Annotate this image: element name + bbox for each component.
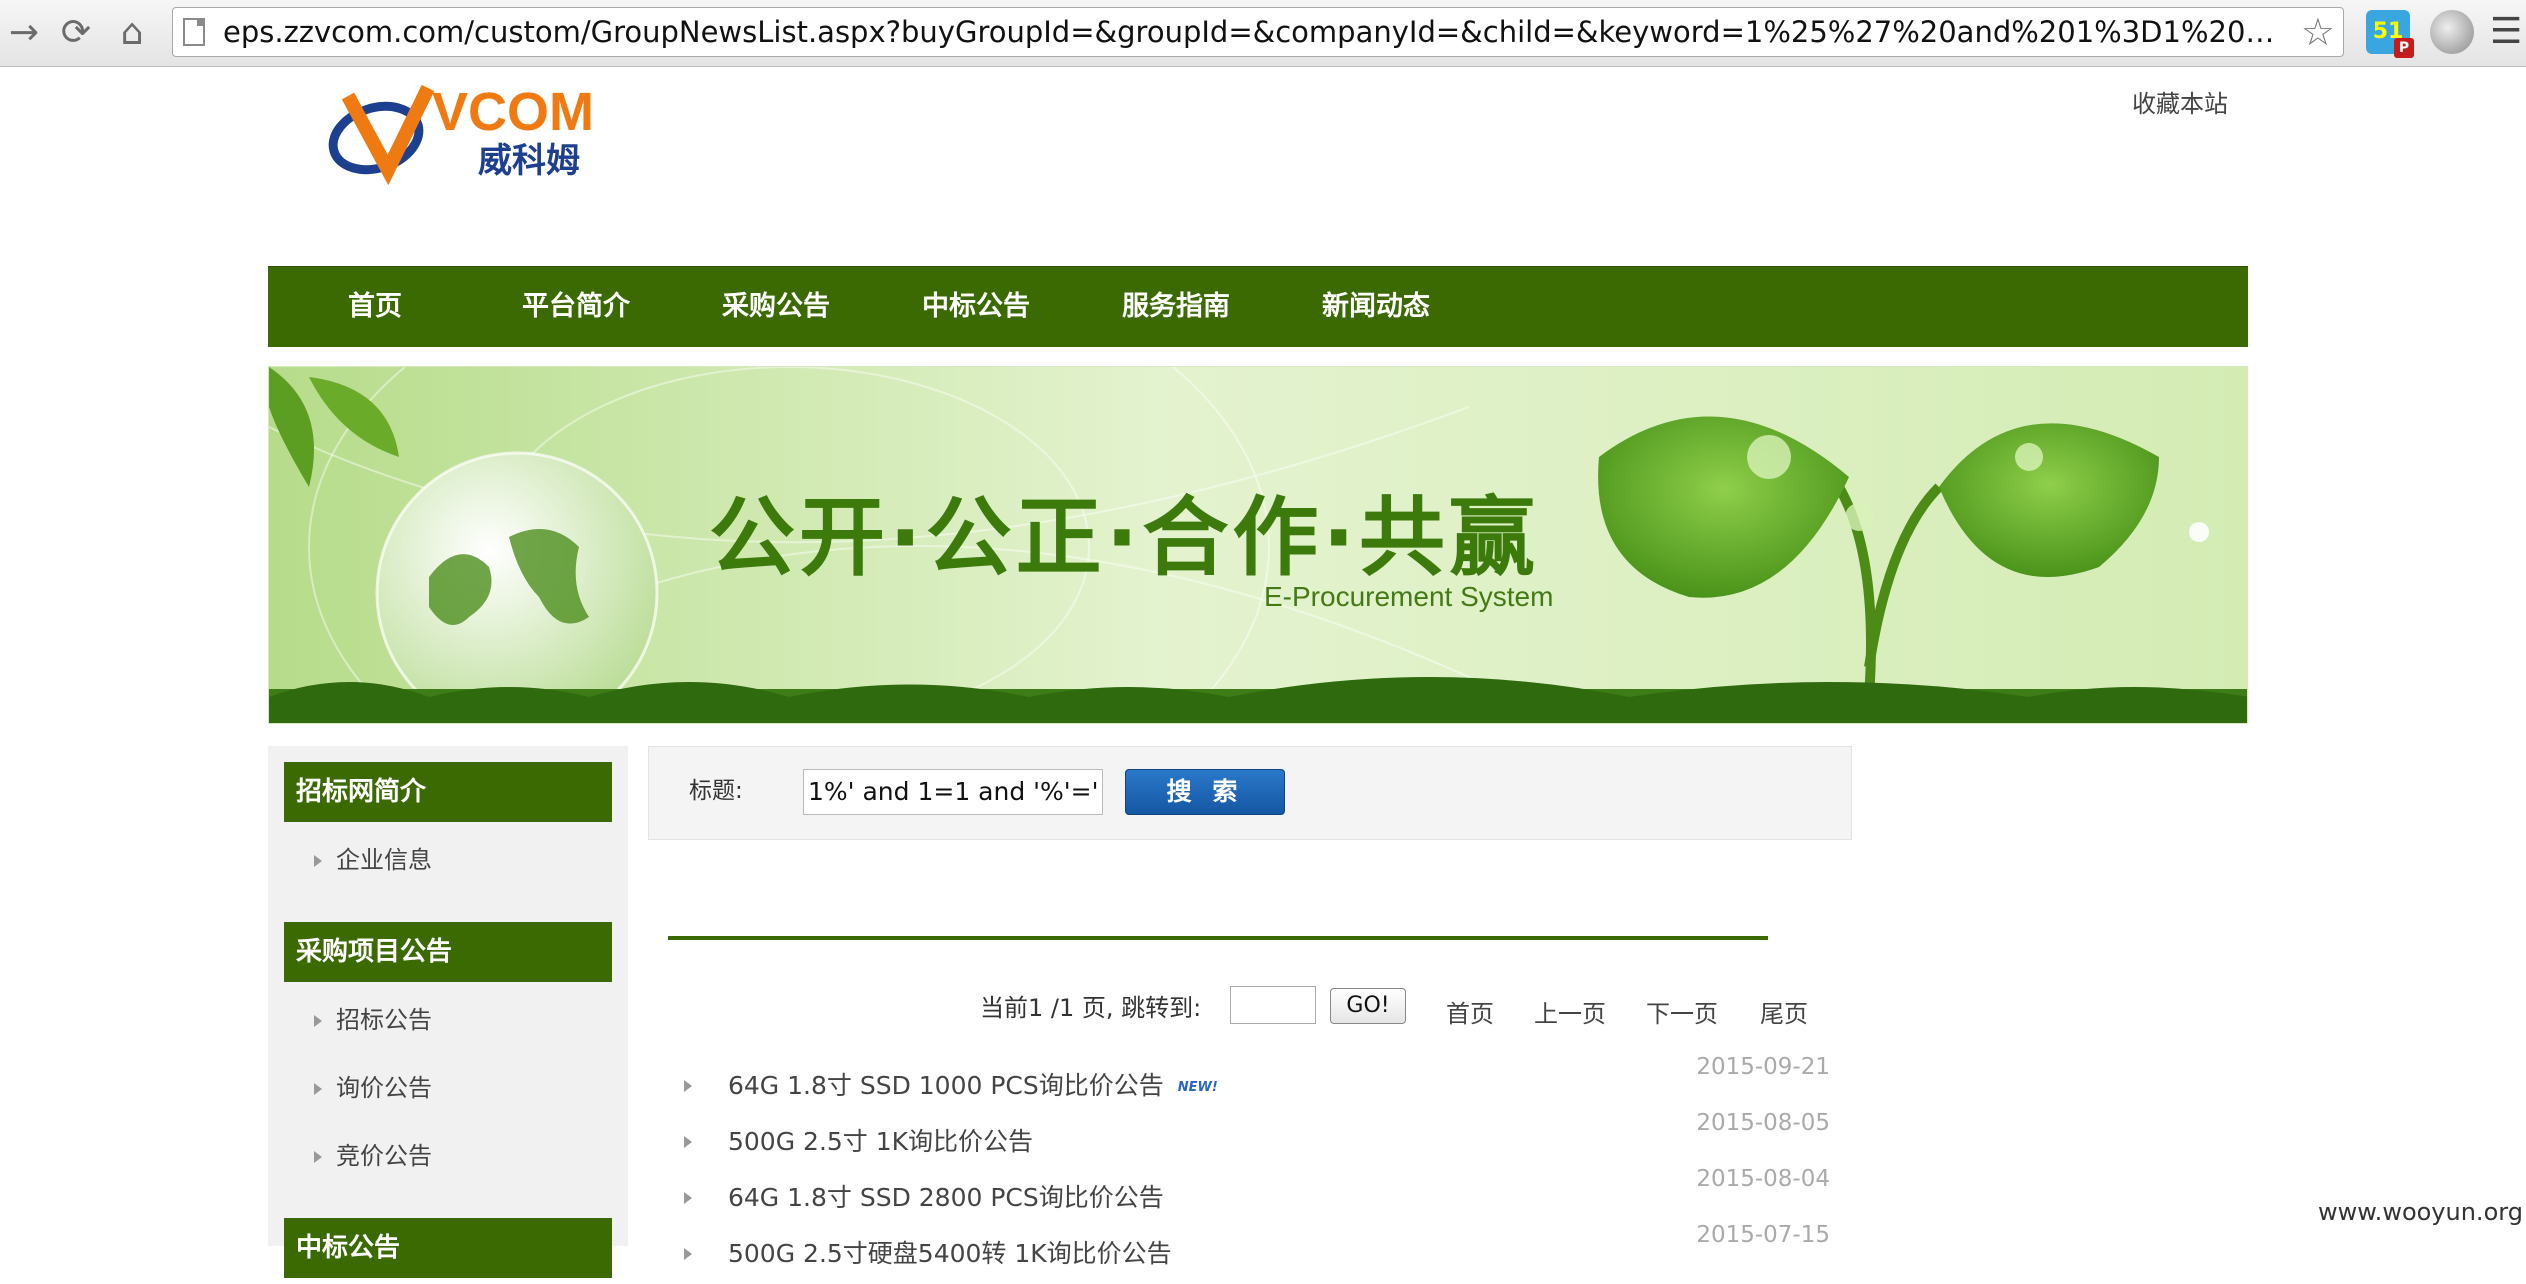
sidebar-heading-award: 中标公告 xyxy=(284,1218,612,1278)
bookmark-site-link[interactable]: 收藏本站 xyxy=(2132,84,2228,119)
logo-cn: 威科姆 xyxy=(478,141,580,181)
nav-procurement-notice[interactable]: 采购公告 xyxy=(722,267,830,347)
news-date: 2015-09-21 xyxy=(1696,1054,1830,1080)
logo-graphic: VCOM 威科姆 xyxy=(328,82,594,186)
news-date: 2015-08-04 xyxy=(1696,1166,1830,1192)
sidebar-item-label: 询价公告 xyxy=(336,1074,432,1102)
news-date: 2015-08-05 xyxy=(1696,1110,1830,1136)
new-badge-icon: NEW! xyxy=(1177,1079,1218,1095)
page-go-button[interactable]: GO! xyxy=(1330,988,1406,1024)
search-label: 标题: xyxy=(689,778,743,804)
news-item[interactable]: 500G 2.5寸 1K询比价公告 2015-08-05 xyxy=(680,1110,1830,1172)
banner-slogan: 公开·公正·合作·共赢 xyxy=(709,488,1540,588)
sidebar-item-label: 招标公告 xyxy=(336,1006,432,1034)
search-panel: 标题: 1%' and 1=1 and '%'=' 搜 索 xyxy=(648,746,1852,840)
extension-globe-icon[interactable] xyxy=(2430,10,2474,54)
vcom-logo[interactable]: VCOM 威科姆 xyxy=(318,74,606,190)
home-icon[interactable]: ⌂ xyxy=(108,8,156,56)
main-nav: 首页 平台简介 采购公告 中标公告 服务指南 新闻动态 xyxy=(268,266,2248,347)
pager-status: 当前1 /1 页, 跳转到: xyxy=(980,994,1202,1022)
bullet-arrow-icon xyxy=(684,1080,692,1092)
news-title: 64G 1.8寸 SSD 1000 PCS询比价公告 xyxy=(728,1071,1164,1100)
pager-next[interactable]: 下一页 xyxy=(1646,994,1718,1029)
bullet-arrow-icon xyxy=(684,1136,692,1148)
browser-toolbar: → ⟳ ⌂ eps.zzvcom.com/custom/GroupNewsLis… xyxy=(0,0,2526,67)
address-url[interactable]: eps.zzvcom.com/custom/GroupNewsList.aspx… xyxy=(223,8,2283,56)
extension-p-badge: P xyxy=(2394,38,2414,58)
forward-icon[interactable]: → xyxy=(0,8,48,56)
news-title: 500G 2.5寸硬盘5400转 1K询比价公告 xyxy=(728,1239,1172,1268)
sidebar-item-inquiry-notice[interactable]: 询价公告 xyxy=(314,1068,432,1103)
bullet-arrow-icon xyxy=(684,1248,692,1260)
nav-news[interactable]: 新闻动态 xyxy=(1322,267,1430,347)
extension-51-icon[interactable]: 51 P xyxy=(2366,10,2414,58)
news-title: 500G 2.5寸 1K询比价公告 xyxy=(728,1127,1034,1156)
banner-subtitle: E-Procurement System xyxy=(1264,581,1554,612)
divider xyxy=(668,936,1768,940)
sidebar-item-label: 竞价公告 xyxy=(336,1142,432,1170)
search-input[interactable]: 1%' and 1=1 and '%'=' xyxy=(803,769,1103,815)
sidebar-item-label: 企业信息 xyxy=(336,846,432,874)
bullet-arrow-icon xyxy=(314,1015,322,1027)
sidebar-item-tender-notice[interactable]: 招标公告 xyxy=(314,1000,432,1035)
globe-graphic xyxy=(375,451,659,723)
logo-text: VCOM xyxy=(432,82,594,142)
news-item[interactable]: 64G 1.8寸 SSD 1000 PCS询比价公告 NEW! 2015-09-2… xyxy=(680,1054,1830,1116)
bullet-arrow-icon xyxy=(314,1083,322,1095)
news-item[interactable]: 500G 2.5寸硬盘5400转 1K询比价公告 2015-07-15 xyxy=(680,1222,1830,1284)
pager-prev[interactable]: 上一页 xyxy=(1534,994,1606,1029)
nav-platform-intro[interactable]: 平台简介 xyxy=(522,267,630,347)
address-bar[interactable]: eps.zzvcom.com/custom/GroupNewsList.aspx… xyxy=(172,7,2344,57)
news-date: 2015-07-15 xyxy=(1696,1222,1830,1248)
pager-last[interactable]: 尾页 xyxy=(1760,994,1808,1029)
nav-award-notice[interactable]: 中标公告 xyxy=(922,267,1030,347)
sidebar-item-company-info[interactable]: 企业信息 xyxy=(314,840,432,875)
news-title: 64G 1.8寸 SSD 2800 PCS询比价公告 xyxy=(728,1183,1164,1212)
page-icon xyxy=(183,18,205,46)
watermark: www.wooyun.org xyxy=(2318,1198,2523,1226)
nav-service-guide[interactable]: 服务指南 xyxy=(1122,267,1230,347)
sidebar-heading-about: 招标网简介 xyxy=(284,762,612,822)
pager-first[interactable]: 首页 xyxy=(1446,994,1494,1029)
bookmark-star-icon[interactable]: ☆ xyxy=(2301,10,2335,54)
bullet-arrow-icon xyxy=(684,1192,692,1204)
sidebar: 招标网简介 企业信息 采购项目公告 招标公告 询价公告 竞价公告 中标公告 xyxy=(268,746,628,1278)
menu-icon[interactable]: ☰ xyxy=(2490,10,2526,54)
hero-banner: 公开·公正·合作·共赢 E-Procurement System xyxy=(268,366,2248,724)
news-item[interactable]: 64G 1.8寸 SSD 2800 PCS询比价公告 2015-08-04 xyxy=(680,1166,1830,1228)
bullet-arrow-icon xyxy=(314,855,322,867)
reload-icon[interactable]: ⟳ xyxy=(52,8,100,56)
sidebar-item-bidding-notice[interactable]: 竞价公告 xyxy=(314,1136,432,1171)
page-jump-input[interactable] xyxy=(1230,986,1316,1024)
nav-home[interactable]: 首页 xyxy=(348,267,402,347)
bullet-arrow-icon xyxy=(314,1151,322,1163)
news-title-wrap: 64G 1.8寸 SSD 1000 PCS询比价公告 NEW! xyxy=(728,1066,1218,1102)
sidebar-heading-procurement: 采购项目公告 xyxy=(284,922,612,982)
search-button[interactable]: 搜 索 xyxy=(1125,769,1285,815)
